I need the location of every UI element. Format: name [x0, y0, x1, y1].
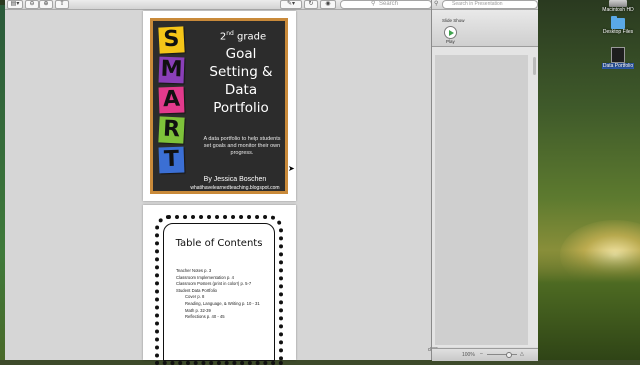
cover-title: Goal Setting & Data Portfolio: [209, 46, 273, 116]
cover-grade: 2nd grade: [219, 30, 267, 43]
cover-chalkboard: S M A R T 2nd grade Goal Setting & Data …: [150, 18, 288, 194]
zoom-in-icon[interactable]: ⊕: [39, 0, 53, 9]
sticky-note-a: A: [158, 86, 185, 114]
sticky-note-t: T: [158, 146, 185, 174]
toc-item: Math p. 32-39: [185, 307, 211, 313]
toc-item: Classroom Posters (print in color!) p. 5…: [176, 281, 252, 287]
keynote-search-placeholder: Search in Presentation: [452, 1, 503, 7]
sticky-note-r: R: [158, 116, 185, 144]
keynote-slide-canvas[interactable]: [435, 55, 528, 345]
cover-author: By Jessica Boschen: [203, 176, 267, 183]
sticky-note-s: S: [158, 26, 185, 54]
camera-icon[interactable]: ◉: [320, 0, 336, 9]
cover-page[interactable]: S M A R T 2nd grade Goal Setting & Data …: [143, 11, 296, 201]
search-placeholder: Search: [379, 1, 399, 7]
desktop-icon-data-portfolio[interactable]: Data Portfolio: [596, 47, 640, 69]
search-icon: ⚲: [434, 1, 439, 7]
mouse-cursor-icon: ➤: [288, 164, 295, 173]
zoom-level: 100%: [462, 352, 475, 358]
keynote-titlebar: ⚲ Search in Presentation: [432, 0, 538, 10]
zoom-minus-icon[interactable]: –: [480, 351, 483, 357]
sticky-note-m: M: [158, 56, 185, 84]
wallpaper-hills: [530, 250, 640, 360]
slide-show-label: Slide Show: [442, 18, 465, 23]
desktop-icon-label: Data Portfolio: [601, 63, 635, 69]
keynote-scrollbar[interactable]: [533, 57, 536, 75]
share-icon[interactable]: ⇧: [55, 0, 69, 9]
keynote-status-bar: 100% – △: [432, 348, 538, 361]
cover-website: whatihavelearnedteaching.blogspot.com: [190, 185, 280, 191]
toc-item: Cover p. 8: [185, 294, 205, 300]
pen-icon[interactable]: ✎▾: [280, 0, 302, 9]
toc-title: Table of Contents: [175, 238, 263, 249]
toc-item: Classroom Implementation p. 4: [176, 274, 234, 280]
toc-list: Teacher Notes p. 3 Classroom Implementat…: [176, 268, 286, 321]
toc-item: Teacher Notes p. 3: [176, 268, 212, 273]
toc-item: Reflections p. 40 - 45: [185, 314, 225, 320]
keynote-editor-area: d 80: [428, 47, 538, 353]
play-button-label[interactable]: Play: [446, 39, 455, 44]
keynote-window: ⚲ Search in Presentation Slide Show Play…: [428, 0, 538, 361]
preview-window: ▤▾ ⊖ ⊕ ⇧ ✎▾ ↻ ◉ ⚲ Search S M A R T 2nd g…: [5, 0, 433, 365]
toc-frame: Table of Contents Teacher Notes p. 3 Cla…: [155, 215, 283, 365]
preview-search-field[interactable]: ⚲ Search: [340, 0, 432, 9]
play-icon[interactable]: [444, 26, 457, 39]
sidebar-icon[interactable]: ▤▾: [7, 0, 23, 9]
folder-icon: [611, 16, 625, 29]
zoom-slider-track[interactable]: [487, 354, 517, 355]
zoom-plus-icon[interactable]: △: [520, 351, 524, 357]
zoom-slider-knob[interactable]: [506, 352, 512, 358]
keynote-toolbar: Slide Show Play: [432, 10, 538, 47]
rotate-icon[interactable]: ↻: [304, 0, 318, 9]
toc-item: Reading, Language, & Writing p. 10 - 31: [185, 300, 260, 306]
desktop-icon-label: Desktop Files: [602, 29, 634, 35]
toc-item: Student Data Portfolio: [176, 287, 217, 293]
search-icon: ⚲: [371, 1, 376, 7]
cover-description: A data portfolio to help students set go…: [203, 136, 281, 156]
desktop-icon-desktop-files[interactable]: Desktop Files: [596, 16, 640, 35]
toc-inner-border: Table of Contents Teacher Notes p. 3 Cla…: [163, 223, 275, 361]
desktop-icon-label: Macintosh HD: [602, 7, 634, 13]
document-icon: [611, 47, 625, 63]
preview-toolbar: ▤▾ ⊖ ⊕ ⇧ ✎▾ ↻ ◉ ⚲ Search: [5, 0, 432, 10]
toc-page[interactable]: Table of Contents Teacher Notes p. 3 Cla…: [143, 205, 296, 365]
hard-drive-icon: [609, 0, 627, 7]
keynote-search-field[interactable]: Search in Presentation: [442, 0, 538, 9]
zoom-out-icon[interactable]: ⊖: [25, 0, 39, 9]
desktop-icon-macintosh-hd[interactable]: Macintosh HD: [598, 0, 638, 13]
